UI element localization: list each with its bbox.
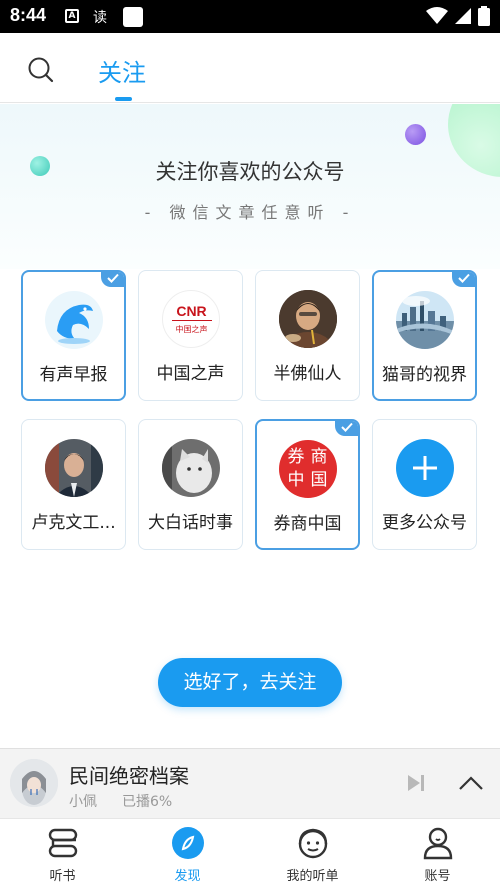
account-name: 更多公众号 bbox=[382, 513, 467, 533]
person-avatar bbox=[278, 290, 337, 348]
dolphin-logo-icon bbox=[44, 291, 103, 349]
cnr-logo-icon: CNR 中国之声 bbox=[161, 290, 220, 348]
account-name: 猫哥的视界 bbox=[382, 365, 467, 385]
more-accounts-card[interactable]: 更多公众号 bbox=[372, 419, 477, 550]
nav-item-faxian[interactable]: 发现 bbox=[125, 819, 250, 888]
account-name: 半佛仙人 bbox=[273, 364, 342, 384]
nav-item-wodetingdan[interactable]: 我的听单 bbox=[250, 819, 375, 888]
headphones-icon bbox=[298, 828, 327, 859]
account-card-banfoxianren[interactable]: 半佛仙人 bbox=[255, 270, 360, 401]
follow-button[interactable]: 选好了，去关注 bbox=[158, 658, 342, 707]
decor-purple-dot bbox=[405, 124, 426, 145]
account-name: 卢克文工... bbox=[31, 513, 116, 533]
checkmark-icon bbox=[335, 421, 358, 436]
hero-subtitle: - 微信文章任意听 - bbox=[144, 203, 356, 222]
user-icon bbox=[423, 827, 452, 860]
checkmark-icon bbox=[452, 272, 475, 287]
status-icons bbox=[426, 6, 490, 26]
nav-label: 我的听单 bbox=[286, 869, 339, 884]
skip-next-icon[interactable] bbox=[406, 773, 426, 793]
nav-label: 听书 bbox=[49, 869, 76, 884]
account-name: 有声早报 bbox=[39, 365, 108, 385]
nav-item-tingshu[interactable]: 听书 bbox=[0, 819, 125, 888]
cat-avatar bbox=[161, 439, 220, 497]
seal-char: 券 bbox=[287, 447, 305, 467]
seal-char: 中 bbox=[287, 470, 305, 490]
account-name: 券商中国 bbox=[273, 514, 342, 534]
account-card-dabaihuashishi[interactable]: 大白话时事 bbox=[138, 419, 243, 550]
chevron-up-icon[interactable] bbox=[458, 775, 484, 791]
city-avatar bbox=[395, 291, 454, 349]
nav-label: 发现 bbox=[174, 869, 201, 884]
bottom-nav: 听书 发现 我的听单 账号 bbox=[0, 818, 500, 888]
person-avatar bbox=[44, 439, 103, 497]
battery-icon bbox=[478, 6, 490, 26]
notification-a-icon: A bbox=[65, 9, 79, 23]
player-author: 小佩 bbox=[69, 794, 97, 810]
seal-char: 商 bbox=[310, 447, 328, 467]
nav-item-zhanghao[interactable]: 账号 bbox=[375, 819, 500, 888]
notification-read-icon: 读 bbox=[93, 10, 107, 26]
account-name: 大白话时事 bbox=[148, 513, 233, 533]
account-card-youshengzaobao[interactable]: 有声早报 bbox=[21, 270, 126, 401]
account-name: 中国之声 bbox=[156, 364, 225, 384]
seal-char: 国 bbox=[310, 470, 328, 490]
wifi-icon bbox=[426, 7, 448, 24]
tab-indicator bbox=[115, 97, 132, 101]
player-title: 民间绝密档案 bbox=[69, 764, 189, 788]
books-icon bbox=[48, 828, 77, 858]
cnr-logo-sub: 中国之声 bbox=[175, 325, 208, 334]
account-card-lukewengongzuoshi[interactable]: 卢克文工... bbox=[21, 419, 126, 550]
nav-label: 账号 bbox=[424, 869, 451, 884]
hero-title: 关注你喜欢的公众号 bbox=[155, 160, 345, 184]
player-cover[interactable] bbox=[10, 759, 58, 807]
cnr-logo-text: CNR bbox=[176, 303, 207, 319]
mini-player[interactable]: 民间绝密档案 小佩 已播6% bbox=[0, 748, 500, 818]
top-nav: 关注 bbox=[0, 33, 500, 103]
signal-icon bbox=[455, 8, 471, 24]
plus-icon bbox=[395, 439, 454, 497]
status-bar: 8:44 A 读 bbox=[0, 0, 500, 33]
account-card-zhongguozhisheng[interactable]: CNR 中国之声 中国之声 bbox=[138, 270, 243, 401]
account-card-quanshangzhongguo[interactable]: 券 商 中 国 券商中国 bbox=[255, 419, 360, 550]
status-time: 8:44 bbox=[10, 5, 47, 25]
seal-logo-icon: 券 商 中 国 bbox=[278, 440, 337, 498]
search-icon[interactable] bbox=[27, 56, 55, 84]
tab-follow[interactable]: 关注 bbox=[98, 53, 146, 88]
hero-banner: 关注你喜欢的公众号 - 微信文章任意听 - bbox=[0, 104, 500, 269]
notification-square-icon bbox=[123, 7, 143, 27]
player-progress: 已播6% bbox=[122, 794, 173, 810]
compass-icon bbox=[171, 827, 204, 859]
checkmark-icon bbox=[101, 272, 124, 287]
account-card-maogedeshijie[interactable]: 猫哥的视界 bbox=[372, 270, 477, 401]
